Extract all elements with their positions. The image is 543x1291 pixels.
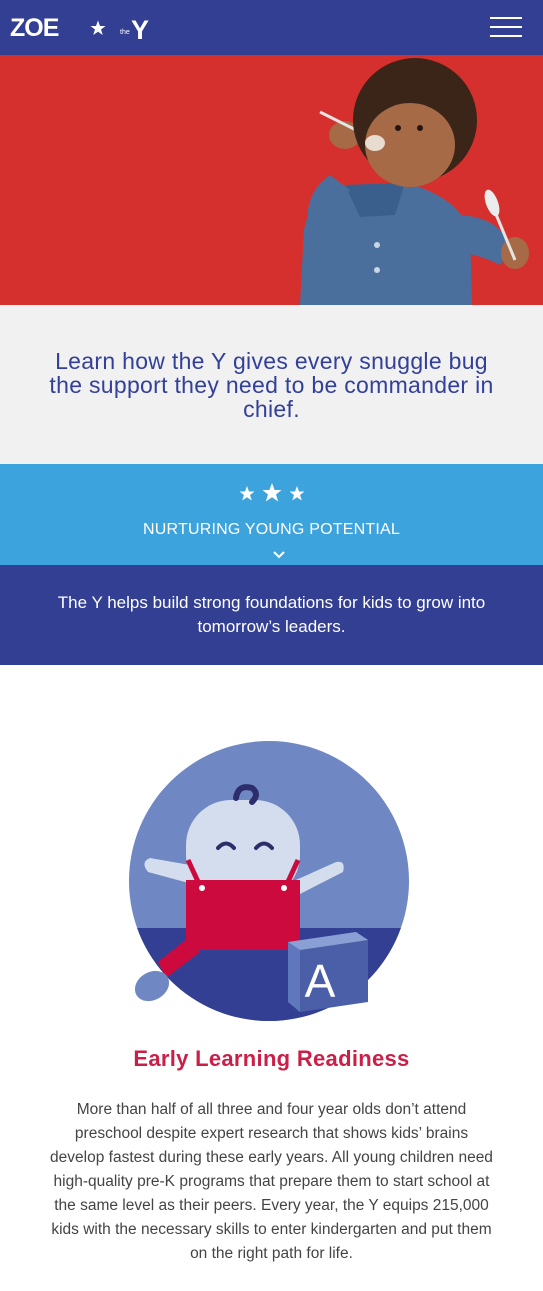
zoe-logo[interactable]: ZOE	[10, 14, 76, 40]
chevron-down-icon[interactable]	[272, 550, 286, 560]
svg-text:A: A	[305, 955, 336, 1007]
intro-text: Learn how the Y gives every snuggle bug …	[49, 348, 494, 422]
section-body-text: More than half of all three and four yea…	[50, 1101, 493, 1262]
svg-text:the: the	[120, 29, 130, 36]
ymca-y-logo[interactable]: the Y	[120, 14, 156, 42]
intro-section: Learn how the Y gives every snuggle bug …	[0, 305, 543, 465]
svg-text:ZOE: ZOE	[10, 14, 59, 40]
hero-image	[0, 55, 543, 305]
star-icon	[90, 20, 106, 35]
section-title: Early Learning Readiness	[133, 1046, 410, 1071]
hamburger-menu-icon[interactable]	[490, 15, 524, 39]
top-nav-bar: ZOE the Y	[0, 0, 543, 55]
banner-title: NURTURING YOUNG POTENTIAL	[143, 521, 400, 538]
tagline-text: The Y helps build strong foundations for…	[57, 593, 486, 636]
baby-with-letter-block-illustration: A	[129, 741, 409, 1021]
tagline-section: The Y helps build strong foundations for…	[0, 565, 543, 665]
toddler-photo	[0, 55, 543, 305]
three-stars-icon	[239, 483, 305, 502]
svg-text:Y: Y	[131, 15, 149, 42]
